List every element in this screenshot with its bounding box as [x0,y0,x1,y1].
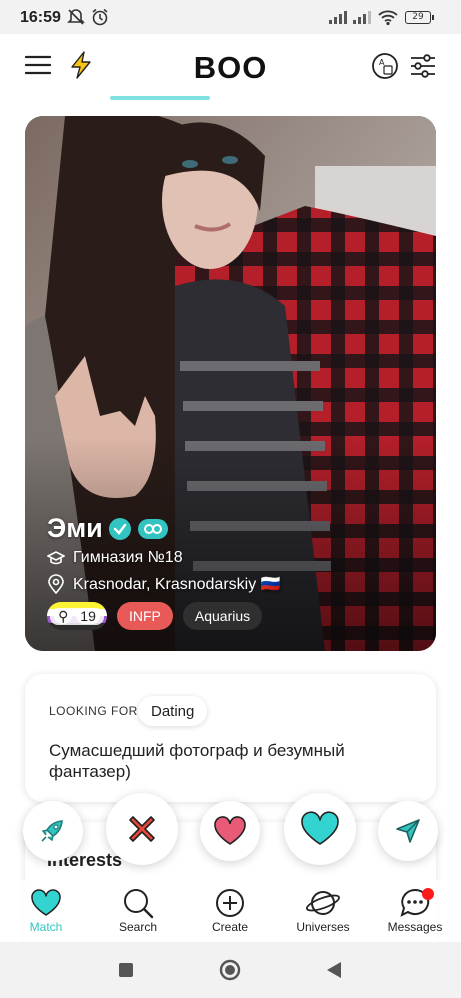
school-text: Гимназия №18 [73,549,183,566]
pass-button[interactable] [106,793,178,865]
location-pin-icon [48,574,64,594]
location-text: Krasnodar, Krasnodarskiy 🇷🇺 [73,576,281,593]
status-time: 16:59 [20,9,61,26]
infinity-icon [137,518,168,539]
tab-match[interactable]: Match [6,886,86,934]
tab-universes[interactable]: Universes [283,886,363,934]
app-header: BOO A [0,34,461,98]
tab-universes-label: Universes [296,920,350,934]
nonbinary-icon: ⚲ [54,607,73,624]
back-triangle-icon[interactable] [325,961,343,979]
unread-badge [422,888,434,900]
looking-for-card: LOOKING FOR Dating Сумасшедший фотограф … [25,674,436,802]
looking-for-chip: Dating [138,696,208,726]
send-paper-plane-icon [396,819,420,843]
graduation-cap-icon [47,551,65,565]
bottom-tab-bar: Match Search Create Universes Messages [0,880,461,942]
home-circle-icon[interactable] [219,959,241,981]
wifi-icon [378,10,398,26]
add-circle-icon [216,889,244,917]
filter-sliders-icon[interactable] [410,54,436,78]
status-bar: 16:59 29 [0,0,461,34]
school-line: Гимназия №18 [47,549,183,567]
love-button[interactable] [284,793,356,865]
boost-rocket-button[interactable] [23,801,83,861]
previous-card-edge [110,96,210,100]
mute-icon [67,9,85,25]
tab-create-label: Create [211,920,249,934]
profile-chips: ⚲ 19 INFP Aquarius [47,602,263,630]
mbti-chip: INFP [117,602,173,630]
like-button[interactable] [200,801,260,861]
zodiac-chip: Aquarius [182,602,263,630]
close-x-icon [129,816,155,842]
bio-text: Сумасшедший фотограф и безумный фантазер… [49,741,345,781]
gender-age-chip: ⚲ 19 [47,602,107,630]
tab-messages[interactable]: Messages [375,886,455,934]
rocket-icon [41,820,63,842]
profile-name-row: Эми [47,513,169,544]
tab-create[interactable]: Create [190,886,270,934]
alarm-icon [92,8,108,26]
tab-search-label: Search [118,920,158,934]
tab-search[interactable]: Search [98,886,178,934]
translate-icon[interactable]: A [371,52,399,80]
profile-card[interactable]: Эми Гимназия №18 Krasnodar, Krasnodarski… [25,116,436,651]
looking-for-label: LOOKING FOR [49,704,138,718]
search-icon [124,889,154,919]
profile-name: Эми [47,513,103,543]
planet-icon [306,891,340,915]
signal-icon-2 [353,11,371,24]
battery-icon: 29 [405,11,434,24]
system-nav-bar [0,942,461,998]
heart-teal-icon [301,811,339,845]
profile-photo [25,116,436,651]
location-line: Krasnodar, Krasnodarskiy 🇷🇺 [47,574,281,594]
send-message-button[interactable] [378,801,438,861]
heart-pink-icon [214,816,246,845]
recents-square-icon[interactable] [118,962,134,978]
age-text: 19 [76,607,100,624]
heart-tab-icon [31,889,61,916]
verified-badge-icon [108,517,131,540]
tab-messages-label: Messages [387,920,443,934]
signal-icon [329,11,347,24]
tab-match-label: Match [29,920,63,934]
